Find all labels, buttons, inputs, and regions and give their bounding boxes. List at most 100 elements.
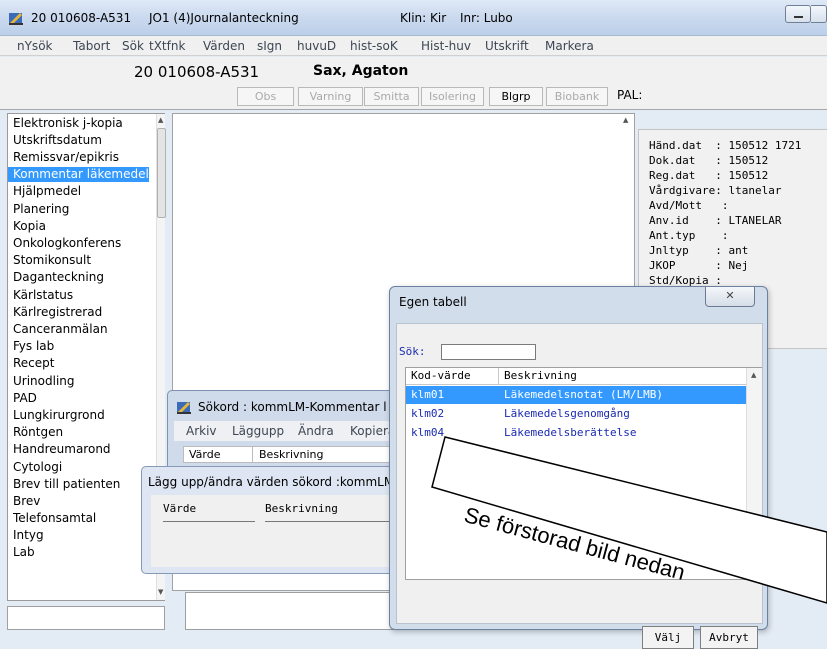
window-title-bar: 20 010608-A531 JO1 (4)Journalanteckning … xyxy=(0,0,827,36)
info-line: Anv.id : LTANELAR xyxy=(649,214,782,227)
patient-header: 20 010608-A531 Sax, Agaton Obs Varning S… xyxy=(0,57,827,110)
scroll-up-icon[interactable]: ▲ xyxy=(158,116,163,124)
menu-arkiv[interactable]: Arkiv xyxy=(186,424,217,438)
menu-sign[interactable]: sIgn xyxy=(257,39,282,53)
row-code: klm02 xyxy=(411,407,445,420)
list-item[interactable]: Brev till patienten xyxy=(13,477,120,492)
menu-hist-huv[interactable]: Hist-huv xyxy=(421,39,471,53)
info-line: Jnltyp : ant xyxy=(649,244,749,257)
valj-button[interactable]: Välj xyxy=(642,626,694,649)
list-item[interactable]: Röntgen xyxy=(13,425,63,440)
menu-tabort[interactable]: Tabort xyxy=(73,39,110,53)
list-item[interactable]: Lab xyxy=(13,545,35,560)
row-description: Läkemedelsberättelse xyxy=(504,426,637,439)
info-line: Reg.dat : 150512 xyxy=(649,169,769,182)
scroll-down-icon[interactable]: ▼ xyxy=(158,588,163,596)
egen-tabell-dialog: Egen tabell ✕ Sök: Kod-värde Beskrivning… xyxy=(389,286,768,649)
menu-markera[interactable]: Markera xyxy=(545,39,594,53)
lagg-window-title: Lägg upp/ändra värden sökord :kommLM xyxy=(148,475,395,489)
lagg-window-body: Värde Beskrivning xyxy=(151,495,397,567)
list-item[interactable]: Hjälpmedel xyxy=(13,184,81,199)
list-item[interactable]: Onkologkonferens xyxy=(13,236,121,251)
column-header-kod-varde[interactable]: Kod-värde xyxy=(411,369,471,382)
menu-sok[interactable]: Sök xyxy=(122,39,144,53)
column-header-beskrivning[interactable]: Beskrivning xyxy=(504,369,577,382)
list-item[interactable]: Kopia xyxy=(13,219,46,234)
list-item[interactable]: Intyg xyxy=(13,528,44,543)
flag-biobank[interactable]: Biobank xyxy=(546,87,608,106)
menu-utskrift[interactable]: Utskrift xyxy=(485,39,529,53)
sokord-window: Sökord : kommLM-Kommentar l Arkiv Läggup… xyxy=(167,390,408,472)
list-item[interactable]: PAD xyxy=(13,391,37,406)
column-header-varde: Värde xyxy=(189,448,221,461)
column-header-beskrivning: Beskrivning xyxy=(259,448,324,461)
list-item[interactable]: Cytologi xyxy=(13,460,62,475)
maximize-button[interactable] xyxy=(811,5,827,23)
flag-obs[interactable]: Obs xyxy=(237,87,294,106)
flag-isolering[interactable]: Isolering xyxy=(421,87,484,106)
scroll-up-icon[interactable]: ▲ xyxy=(623,116,628,124)
list-item[interactable]: Utskriftsdatum xyxy=(13,133,102,148)
info-line: Vårdgivare: ltanelar xyxy=(649,184,782,197)
list-item[interactable]: Lungkirurgrond xyxy=(13,408,105,423)
sokord-window-title: Sökord : kommLM-Kommentar l xyxy=(198,400,387,414)
row-description: Läkemedelsgenomgång xyxy=(504,407,630,420)
journal-app-icon xyxy=(9,13,23,25)
list-item[interactable]: Elektronisk j-kopia xyxy=(13,116,123,131)
row-code: klm01 xyxy=(411,388,445,401)
avbryt-button[interactable]: Avbryt xyxy=(700,626,758,649)
flag-blgrp[interactable]: Blgrp xyxy=(489,87,543,106)
menu-nysok[interactable]: nYsök xyxy=(17,39,52,53)
menu-varden[interactable]: Värden xyxy=(203,39,245,53)
list-item[interactable]: Brev xyxy=(13,494,40,509)
list-item[interactable]: Fys lab xyxy=(13,339,54,354)
menu-txtfnk[interactable]: tXtfnk xyxy=(149,39,185,53)
pal-label: PAL: xyxy=(617,88,643,102)
menu-hist-sok[interactable]: hist-soK xyxy=(350,39,398,53)
menu-bar: nYsök Tabort Sök tXtfnk Värden sIgn huvu… xyxy=(0,36,827,56)
menu-andra[interactable]: Ändra xyxy=(298,424,334,438)
title-unit: Inr: Lubo xyxy=(460,11,513,25)
dialog-title: Egen tabell xyxy=(399,295,467,309)
list-item[interactable]: Remissvar/epikris xyxy=(13,150,119,165)
row-description: Läkemedelsnotat (LM/LMB) xyxy=(504,388,663,401)
column-divider xyxy=(498,368,499,385)
list-item[interactable]: Recept xyxy=(13,356,54,371)
close-button[interactable]: ✕ xyxy=(705,287,755,307)
journal-scrollbar[interactable]: ▲ xyxy=(618,113,635,313)
scroll-thumb[interactable] xyxy=(157,128,166,218)
lagg-upp-andra-window: Lägg upp/ändra värden sökord :kommLM Vär… xyxy=(141,466,397,574)
flag-varning[interactable]: Varning xyxy=(298,87,363,106)
list-item[interactable]: Urinodling xyxy=(13,374,75,389)
table-row[interactable]: klm02 Läkemedelsgenomgång xyxy=(406,405,746,423)
list-item[interactable]: Handreumarond xyxy=(13,442,111,457)
minimize-button[interactable] xyxy=(785,5,811,23)
table-scrollbar[interactable]: ▲ xyxy=(746,368,762,579)
column-divider xyxy=(252,447,253,462)
list-item[interactable]: Planering xyxy=(13,202,69,217)
menu-huvud[interactable]: huvuD xyxy=(297,39,336,53)
table-row[interactable]: klm01 Läkemedelsnotat (LM/LMB) xyxy=(406,386,746,404)
list-item[interactable]: Daganteckning xyxy=(13,270,104,285)
column-underline xyxy=(265,521,393,522)
list-item[interactable]: Canceranmälan xyxy=(13,322,108,337)
list-item[interactable]: Kärlstatus xyxy=(13,288,73,303)
close-icon: ✕ xyxy=(725,289,735,302)
list-item[interactable]: Stomikonsult xyxy=(13,253,91,268)
scroll-up-icon[interactable]: ▲ xyxy=(751,371,756,379)
list-item[interactable]: Kärlregistrerad xyxy=(13,305,102,320)
flag-smitta[interactable]: Smitta xyxy=(364,87,419,106)
list-item-selected[interactable]: Kommentar läkemedel xyxy=(8,167,149,182)
title-clinic: Klin: Kir xyxy=(400,11,447,25)
table-header: Kod-värde Beskrivning xyxy=(406,368,746,385)
info-line: JKOP : Nej xyxy=(649,259,749,272)
info-line: Avd/Mott : xyxy=(649,199,729,212)
column-underline xyxy=(163,521,255,522)
list-item[interactable]: Telefonsamtal xyxy=(13,511,96,526)
table-row[interactable]: klm04 Läkemedelsberättelse xyxy=(406,424,746,442)
left-bottom-field[interactable] xyxy=(7,606,165,630)
column-header-beskrivning: Beskrivning xyxy=(265,502,338,515)
search-input[interactable] xyxy=(441,344,536,360)
title-journal: JO1 (4)Journalanteckning xyxy=(149,11,299,25)
menu-laggupp[interactable]: Läggupp xyxy=(232,424,284,438)
